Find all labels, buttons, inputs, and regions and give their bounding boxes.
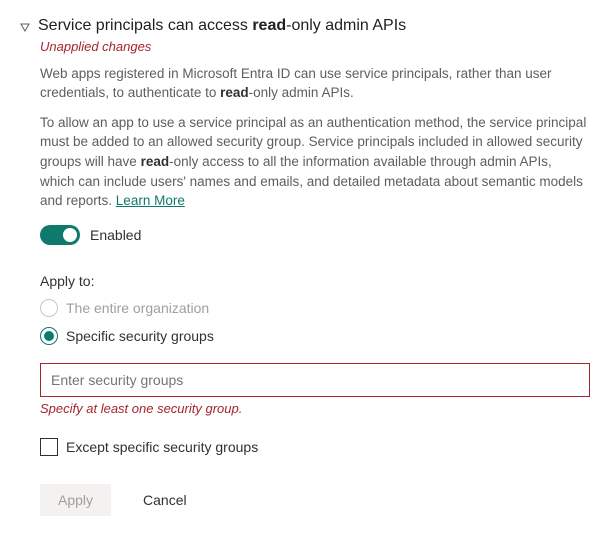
enabled-toggle[interactable]	[40, 225, 80, 245]
collapse-icon[interactable]	[20, 19, 30, 35]
input-error-message: Specify at least one security group.	[40, 401, 590, 416]
radio-label-groups: Specific security groups	[66, 328, 214, 344]
setting-description: Web apps registered in Microsoft Entra I…	[40, 64, 590, 211]
security-groups-input[interactable]	[40, 363, 590, 397]
setting-title: Service principals can access read-only …	[38, 16, 406, 37]
apply-button[interactable]: Apply	[40, 484, 111, 516]
checkbox-icon[interactable]	[40, 438, 58, 456]
radio-specific-groups[interactable]: Specific security groups	[40, 327, 590, 345]
enabled-toggle-label: Enabled	[90, 227, 141, 243]
radio-icon	[40, 299, 58, 317]
unapplied-changes-label: Unapplied changes	[40, 39, 590, 54]
radio-label-org: The entire organization	[66, 300, 209, 316]
radio-entire-org: The entire organization	[40, 299, 590, 317]
radio-icon[interactable]	[40, 327, 58, 345]
except-groups-checkbox-row[interactable]: Except specific security groups	[40, 438, 590, 456]
except-groups-label: Except specific security groups	[66, 439, 258, 455]
learn-more-link[interactable]: Learn More	[116, 193, 185, 208]
cancel-button[interactable]: Cancel	[139, 484, 191, 516]
apply-to-label: Apply to:	[40, 273, 590, 289]
